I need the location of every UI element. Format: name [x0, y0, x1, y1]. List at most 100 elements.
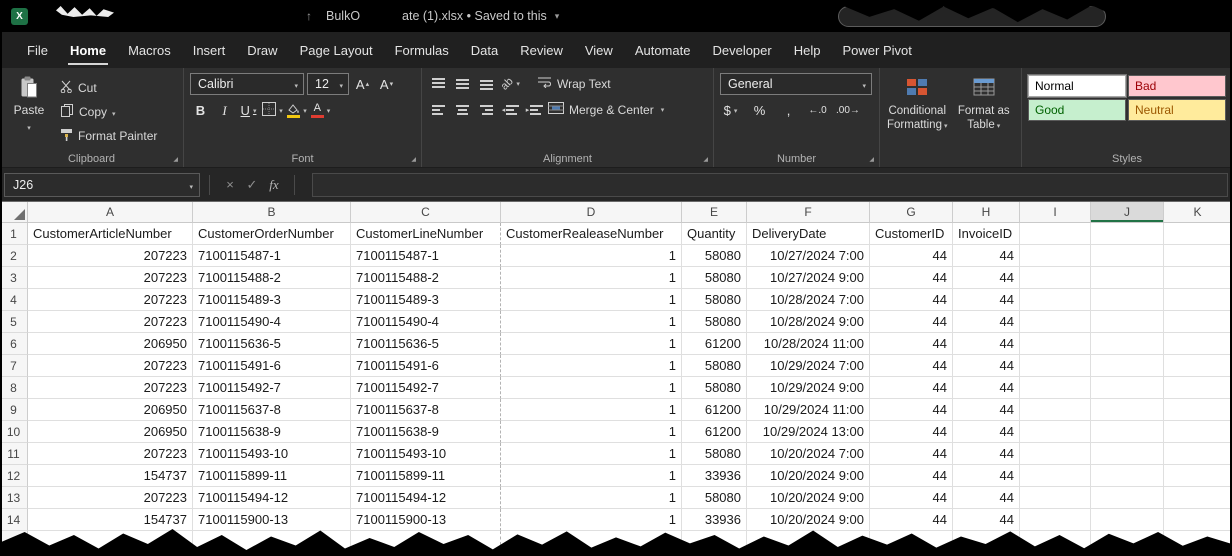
row-header-1[interactable]: 1: [0, 223, 28, 245]
paste-button[interactable]: Paste: [6, 73, 52, 151]
underline-button[interactable]: U: [238, 100, 259, 121]
cell-I5[interactable]: [1020, 311, 1091, 333]
cell-E12[interactable]: 33936: [682, 465, 747, 487]
cell-H12[interactable]: 44: [953, 465, 1020, 487]
font-name-select[interactable]: Calibri: [190, 73, 304, 95]
formula-input[interactable]: [312, 173, 1228, 197]
cell-B11[interactable]: 7100115493-10: [193, 443, 351, 465]
dialog-launcher-icon[interactable]: ◢: [173, 157, 178, 163]
row-header-7[interactable]: 7: [0, 355, 28, 377]
cell-D2[interactable]: 1: [501, 245, 682, 267]
cell-I8[interactable]: [1020, 377, 1091, 399]
column-header-B[interactable]: B: [193, 202, 351, 223]
cell-H9[interactable]: 44: [953, 399, 1020, 421]
cell-A11[interactable]: 207223: [28, 443, 193, 465]
cell-J6[interactable]: [1091, 333, 1164, 355]
cell-E13[interactable]: 58080: [682, 487, 747, 509]
column-header-E[interactable]: E: [682, 202, 747, 223]
cell-G3[interactable]: 44: [870, 267, 953, 289]
cell-H14[interactable]: 44: [953, 509, 1020, 531]
cell-G12[interactable]: 44: [870, 465, 953, 487]
format-as-table-button[interactable]: Format as Table: [953, 73, 1016, 151]
tab-draw[interactable]: Draw: [236, 32, 288, 68]
cell-J1[interactable]: [1091, 223, 1164, 245]
cell-E3[interactable]: 58080: [682, 267, 747, 289]
cell-C14[interactable]: 7100115900-13: [351, 509, 501, 531]
cell-B4[interactable]: 7100115489-3: [193, 289, 351, 311]
currency-format-button[interactable]: $: [720, 100, 741, 121]
cell-D4[interactable]: 1: [501, 289, 682, 311]
cell-E7[interactable]: 58080: [682, 355, 747, 377]
cell-E9[interactable]: 61200: [682, 399, 747, 421]
chevron-down-icon[interactable]: ▾: [555, 11, 560, 22]
cell-E5[interactable]: 58080: [682, 311, 747, 333]
column-header-J[interactable]: J: [1091, 202, 1164, 223]
comma-format-button[interactable]: ,: [778, 100, 799, 121]
enter-button[interactable]: ✓: [241, 177, 263, 193]
cell-H7[interactable]: 44: [953, 355, 1020, 377]
bold-button[interactable]: B: [190, 100, 211, 121]
increase-indent-button[interactable]: ▸: [524, 99, 545, 120]
row-header-11[interactable]: 11: [0, 443, 28, 465]
format-painter-button[interactable]: Format Painter: [60, 125, 157, 146]
cell-F3[interactable]: 10/27/2024 9:00: [747, 267, 870, 289]
cell-G4[interactable]: 44: [870, 289, 953, 311]
wrap-text-button[interactable]: Wrap Text: [537, 76, 611, 91]
cell-D1[interactable]: CustomerRealeaseNumber: [501, 223, 682, 245]
cell-H13[interactable]: 44: [953, 487, 1020, 509]
cell-I6[interactable]: [1020, 333, 1091, 355]
cell-B9[interactable]: 7100115637-8: [193, 399, 351, 421]
row-header-4[interactable]: 4: [0, 289, 28, 311]
cell-F8[interactable]: 10/29/2024 9:00: [747, 377, 870, 399]
tab-home[interactable]: Home: [59, 32, 117, 68]
cell-J5[interactable]: [1091, 311, 1164, 333]
cell-H4[interactable]: 44: [953, 289, 1020, 311]
dialog-launcher-icon[interactable]: ◢: [703, 157, 708, 163]
cell-A5[interactable]: 207223: [28, 311, 193, 333]
cell-B10[interactable]: 7100115638-9: [193, 421, 351, 443]
cell-K4[interactable]: [1164, 289, 1232, 311]
cell-D11[interactable]: 1: [501, 443, 682, 465]
cell-A6[interactable]: 206950: [28, 333, 193, 355]
cell-G11[interactable]: 44: [870, 443, 953, 465]
cell-A8[interactable]: 207223: [28, 377, 193, 399]
cell-C8[interactable]: 7100115492-7: [351, 377, 501, 399]
align-right-button[interactable]: [476, 99, 497, 120]
cell-F4[interactable]: 10/28/2024 7:00: [747, 289, 870, 311]
cell-C13[interactable]: 7100115494-12: [351, 487, 501, 509]
cell-F11[interactable]: 10/20/2024 7:00: [747, 443, 870, 465]
tab-power-pivot[interactable]: Power Pivot: [831, 32, 922, 68]
cell-A7[interactable]: 207223: [28, 355, 193, 377]
cell-D13[interactable]: 1: [501, 487, 682, 509]
cell-C5[interactable]: 7100115490-4: [351, 311, 501, 333]
cell-C1[interactable]: CustomerLineNumber: [351, 223, 501, 245]
cell-F14[interactable]: 10/20/2024 9:00: [747, 509, 870, 531]
cell-F9[interactable]: 10/29/2024 11:00: [747, 399, 870, 421]
cell-K5[interactable]: [1164, 311, 1232, 333]
cell-E2[interactable]: 58080: [682, 245, 747, 267]
cell-C6[interactable]: 7100115636-5: [351, 333, 501, 355]
cell-J7[interactable]: [1091, 355, 1164, 377]
cell-F7[interactable]: 10/29/2024 7:00: [747, 355, 870, 377]
cell-D8[interactable]: 1: [501, 377, 682, 399]
cell-A12[interactable]: 154737: [28, 465, 193, 487]
copy-button[interactable]: Copy: [60, 101, 157, 122]
cell-D5[interactable]: 1: [501, 311, 682, 333]
decrease-decimal-button[interactable]: .00→: [836, 100, 860, 121]
cell-K2[interactable]: [1164, 245, 1232, 267]
cell-G9[interactable]: 44: [870, 399, 953, 421]
align-bottom-button[interactable]: [476, 73, 497, 94]
tab-file[interactable]: File: [16, 32, 59, 68]
row-header-6[interactable]: 6: [0, 333, 28, 355]
font-color-button[interactable]: A: [310, 100, 331, 121]
cell-C11[interactable]: 7100115493-10: [351, 443, 501, 465]
cell-D12[interactable]: 1: [501, 465, 682, 487]
cell-H5[interactable]: 44: [953, 311, 1020, 333]
tab-help[interactable]: Help: [783, 32, 832, 68]
cell-B14[interactable]: 7100115900-13: [193, 509, 351, 531]
cell-C3[interactable]: 7100115488-2: [351, 267, 501, 289]
cell-C10[interactable]: 7100115638-9: [351, 421, 501, 443]
cell-I12[interactable]: [1020, 465, 1091, 487]
cell-C9[interactable]: 7100115637-8: [351, 399, 501, 421]
cell-F5[interactable]: 10/28/2024 9:00: [747, 311, 870, 333]
